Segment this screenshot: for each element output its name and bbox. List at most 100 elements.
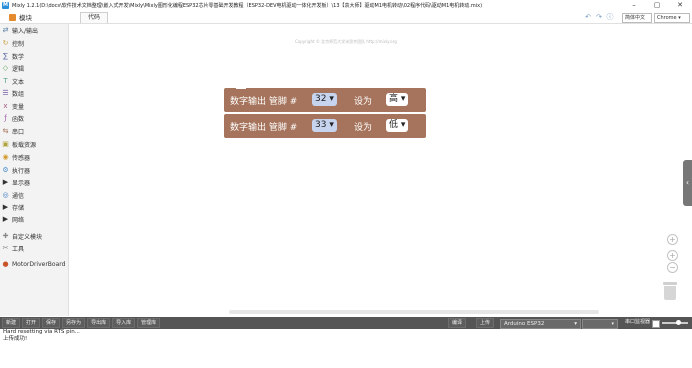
- pin-value: 32: [315, 94, 327, 104]
- sidebar-item-text[interactable]: T 文本: [2, 75, 24, 87]
- sidebar-item-variable[interactable]: x 变量: [2, 100, 24, 112]
- action-bar: 新建 打开 保存 另存为 导出库 导入库 管理库 编译 上传 Arduino E…: [0, 317, 692, 329]
- sidebar-item-label: 数组: [12, 90, 25, 98]
- minimize-button[interactable]: –: [623, 0, 645, 11]
- serial-checkbox[interactable]: [652, 320, 660, 328]
- sidebar-item-serial[interactable]: ⇆ 串口: [2, 125, 24, 137]
- sidebar-item-tools[interactable]: ✂ 工具: [2, 242, 24, 254]
- close-button[interactable]: ✕: [669, 0, 691, 11]
- sidebar-item-actuator[interactable]: ⚙ 执行器: [2, 164, 30, 176]
- function-icon: ƒ: [4, 113, 7, 122]
- import-lib-button[interactable]: 导入库: [112, 318, 136, 328]
- sidebar-item-sensor[interactable]: ◉ 传感器: [2, 151, 30, 163]
- category-sidebar: ⇄ 输入/输出 ↻ 控制 ∑ 数学 ◇ 逻辑 T 文本 ☰ 数组 x 变量 ƒ 函数 ⇆ 串口 ▣ 板载资源 ◉ 传感器 ⚙…: [0, 24, 69, 316]
- modules-header: 模块: [0, 11, 68, 23]
- board-select[interactable]: Arduino ESP32 ▾: [500, 319, 581, 329]
- logic-icon: ◇: [2, 63, 9, 72]
- sensor-icon: ◉: [2, 152, 9, 161]
- language-value: 简体中文: [625, 15, 646, 21]
- sidebar-item-label: 串口: [12, 128, 25, 136]
- tools-icon: ✂: [2, 243, 9, 252]
- sidebar-item-custom-module[interactable]: ✚ 自定义模块: [2, 230, 42, 242]
- level-dropdown[interactable]: 高 ▾: [386, 93, 409, 106]
- title-bar: M Mixly 1.2.1(D:\docs\软件技术文档整理\嵌入式开发\Mix…: [0, 0, 692, 11]
- block-label: 数字输出 管脚 #: [230, 97, 298, 107]
- array-icon: ☰: [2, 88, 9, 97]
- sidebar-item-storage[interactable]: ▶ 存储: [2, 201, 24, 213]
- sidebar-item-motor-board[interactable]: ● MotorDriverBoard: [2, 258, 65, 270]
- block-workspace[interactable]: Copyright © 北京师范大学米思齐团队 http://mixly.org…: [69, 24, 692, 316]
- pin-value: 33: [315, 120, 327, 130]
- sidebar-item-function[interactable]: ƒ 函数: [2, 112, 24, 124]
- pin-dropdown[interactable]: 33 ▾: [312, 119, 337, 132]
- sidebar-item-control[interactable]: ↻ 控制: [2, 37, 24, 49]
- console-line: Hard resetting via RTS pin...: [3, 329, 80, 335]
- zoom-out-icon[interactable]: −: [667, 262, 678, 273]
- sidebar-item-label: 控制: [12, 40, 25, 48]
- open-button[interactable]: 打开: [22, 318, 41, 328]
- level-value: 高: [389, 94, 399, 104]
- set-label: 设为: [354, 123, 373, 133]
- level-dropdown[interactable]: 低 ▾: [386, 119, 409, 132]
- sidebar-item-communication[interactable]: ◎ 通信: [2, 189, 24, 201]
- serial-monitor-button[interactable]: 串口监视器: [622, 318, 653, 326]
- io-icon: ⇄: [2, 25, 9, 34]
- text-icon: T: [3, 76, 8, 85]
- language-select[interactable]: 简体中文 ▾: [622, 13, 652, 29]
- new-button[interactable]: 新建: [2, 318, 21, 328]
- sidebar-item-onboard[interactable]: ▣ 板载资源: [2, 138, 36, 150]
- sidebar-item-label: 数学: [12, 53, 25, 61]
- zoom-reset-icon[interactable]: +: [667, 234, 678, 245]
- manage-lib-button[interactable]: 管理库: [137, 318, 161, 328]
- sidebar-item-display[interactable]: ▶ 显示器: [2, 176, 30, 188]
- output-console: Hard resetting via RTS pin... 上传成功!: [0, 329, 692, 368]
- upload-button[interactable]: 上传: [476, 318, 495, 328]
- digital-write-block[interactable]: 数字输出 管脚 # 32 ▾ 设为 高 ▾: [224, 86, 426, 112]
- side-panel-toggle[interactable]: ‹: [683, 160, 692, 206]
- console-line: 上传成功!: [3, 336, 28, 342]
- top-toolbar: 模块 代码 ↶ ↷ ⓘ 简体中文 ▾ Chrome ▾: [0, 11, 692, 29]
- export-lib-button[interactable]: 导出库: [87, 318, 111, 328]
- display-icon: ▶: [2, 177, 9, 186]
- slider-handle[interactable]: [676, 320, 681, 325]
- trash-icon[interactable]: [663, 282, 677, 300]
- sidebar-item-network[interactable]: ▶ 网络: [2, 213, 24, 225]
- sidebar-item-label: 逻辑: [12, 65, 25, 73]
- pin-dropdown[interactable]: 32 ▾: [312, 93, 337, 106]
- digital-write-block[interactable]: 数字输出 管脚 # 33 ▾ 设为 低 ▾: [224, 114, 426, 138]
- sidebar-item-array[interactable]: ☰ 数组: [2, 87, 24, 99]
- browser-select[interactable]: Chrome ▾: [654, 13, 690, 23]
- sidebar-item-label: 网络: [12, 216, 25, 224]
- sidebar-item-io[interactable]: ⇄ 输入/输出: [2, 24, 38, 36]
- save-button[interactable]: 保存: [42, 318, 61, 328]
- serial-icon: ⇆: [2, 126, 9, 135]
- save-as-button[interactable]: 另存为: [62, 318, 86, 328]
- sidebar-item-label: 变量: [12, 103, 25, 111]
- horizontal-scrollbar[interactable]: [229, 310, 599, 314]
- tab-code[interactable]: 代码: [80, 12, 108, 23]
- block-label: 数字输出 管脚 #: [230, 123, 298, 133]
- sidebar-item-math[interactable]: ∑ 数学: [2, 50, 24, 62]
- math-icon: ∑: [3, 51, 8, 60]
- board-value: Arduino ESP32: [504, 321, 545, 327]
- sidebar-item-label: MotorDriverBoard: [12, 260, 66, 268]
- copyright-text: Copyright © 北京师范大学米思齐团队 http://mixly.org: [295, 39, 397, 44]
- port-select[interactable]: ▾: [582, 319, 618, 329]
- font-size-slider[interactable]: [662, 320, 688, 325]
- redo-icon[interactable]: ↷: [595, 13, 603, 21]
- variable-icon: x: [3, 101, 8, 110]
- onboard-icon: ▣: [2, 139, 9, 148]
- sidebar-item-label: 输入/输出: [12, 27, 39, 35]
- custom-module-icon: ✚: [2, 231, 9, 240]
- modules-label: 模块: [19, 14, 32, 22]
- compile-button[interactable]: 编译: [448, 318, 467, 328]
- zoom-in-icon[interactable]: +: [667, 250, 678, 261]
- motor-board-icon: ●: [2, 259, 9, 268]
- sidebar-item-logic[interactable]: ◇ 逻辑: [2, 62, 24, 74]
- maximize-button[interactable]: ▢: [646, 0, 668, 11]
- undo-icon[interactable]: ↶: [584, 13, 592, 21]
- sidebar-item-label: 函数: [12, 115, 25, 123]
- help-icon[interactable]: ⓘ: [606, 13, 614, 21]
- set-label: 设为: [354, 97, 373, 107]
- sidebar-item-label: 存储: [12, 204, 25, 212]
